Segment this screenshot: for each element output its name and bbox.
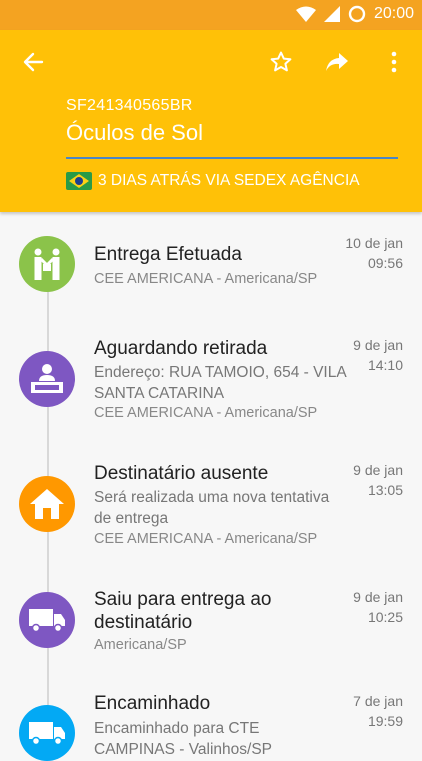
event-icon-circle	[19, 592, 75, 648]
event-title: Destinatário ausente	[94, 463, 269, 484]
event-title: Saiu para entrega ao	[94, 589, 272, 610]
battery-ring-icon	[348, 5, 366, 23]
app-header: SF241340565BR Óculos de Sol 3 DIAS ATRÁS…	[0, 30, 422, 212]
event-detail-line: Encaminhado para CTE	[94, 720, 260, 737]
event-detail-line: SANTA CATARINA	[94, 385, 225, 402]
event-date-day: 7 de jan	[353, 693, 403, 709]
event-date-time: 13:05	[367, 482, 403, 498]
truck-icon	[29, 722, 65, 746]
event-agency: CEE AMERICANA - Americana/SP	[94, 531, 318, 547]
title-underline	[66, 157, 398, 159]
event-date: 10 de jan 09:56	[323, 233, 403, 273]
event-detail: Será realizada uma nova tentativa de ent…	[94, 487, 329, 529]
shipment-summary: 3 DIAS ATRÁS VIA SEDEX AGÊNCIA	[66, 172, 360, 190]
event-detail-line: Será realizada uma nova tentativa	[94, 489, 330, 506]
event-detail: Endereço: RUA TAMOIO, 654 - VILA SANTA C…	[94, 362, 347, 404]
event-date-day: 9 de jan	[353, 462, 403, 478]
share-button[interactable]	[320, 45, 354, 79]
wifi-icon	[295, 6, 316, 22]
event-agency: CEE AMERICANA - Americana/SP	[94, 405, 318, 421]
star-icon	[270, 51, 292, 72]
event-title: Entrega Efetuada	[94, 244, 242, 265]
signal-icon	[323, 6, 340, 22]
event-date-day: 10 de jan	[345, 235, 403, 251]
event-date-time: 09:56	[367, 255, 403, 271]
status-time: 20:00	[373, 5, 414, 22]
event-icon-circle	[19, 351, 75, 407]
event-date-time: 14:10	[367, 357, 403, 373]
more-vert-icon	[391, 51, 397, 73]
event-icon-circle	[19, 236, 75, 292]
event-date: 7 de jan 19:59	[323, 691, 403, 731]
favorite-button[interactable]	[264, 45, 298, 79]
delivery-truck-icon	[29, 609, 65, 633]
event-date-day: 9 de jan	[353, 337, 403, 353]
event-detail-line: de entrega	[94, 510, 169, 527]
event-title: Aguardando retirada	[94, 338, 268, 359]
back-button[interactable]	[16, 45, 50, 79]
counter-clerk-icon	[31, 364, 63, 393]
handover-icon	[34, 248, 60, 280]
more-options-button[interactable]	[377, 45, 411, 79]
event-date-time: 19:59	[367, 713, 403, 729]
brazil-flag-icon	[66, 172, 92, 190]
event-detail-line: Endereço: RUA TAMOIO, 654 - VILA	[94, 364, 347, 381]
event-agency: CEE AMERICANA - Americana/SP	[94, 271, 318, 287]
event-date-time: 10:25	[367, 609, 403, 625]
event-title-line-2: destinatário	[94, 612, 193, 633]
shipment-summary-text: 3 DIAS ATRÁS VIA SEDEX AGÊNCIA	[98, 172, 360, 189]
tracking-code: SF241340565BR	[66, 97, 193, 114]
status-bar: 20:00	[0, 0, 422, 30]
event-date: 9 de jan 14:10	[323, 335, 403, 375]
event-icon-circle	[19, 705, 75, 761]
event-title: Encaminhado	[94, 693, 211, 714]
event-date: 9 de jan 10:25	[323, 587, 403, 627]
event-agency: Americana/SP	[94, 637, 187, 653]
package-title[interactable]: Óculos de Sol	[66, 120, 203, 146]
back-arrow-icon	[23, 52, 44, 72]
share-icon	[326, 53, 348, 71]
event-date: 9 de jan 13:05	[323, 460, 403, 500]
event-detail: Encaminhado para CTE CAMPINAS - Valinhos…	[94, 718, 272, 760]
event-icon-circle	[19, 476, 75, 532]
event-date-day: 9 de jan	[353, 589, 403, 605]
house-icon	[30, 489, 64, 519]
